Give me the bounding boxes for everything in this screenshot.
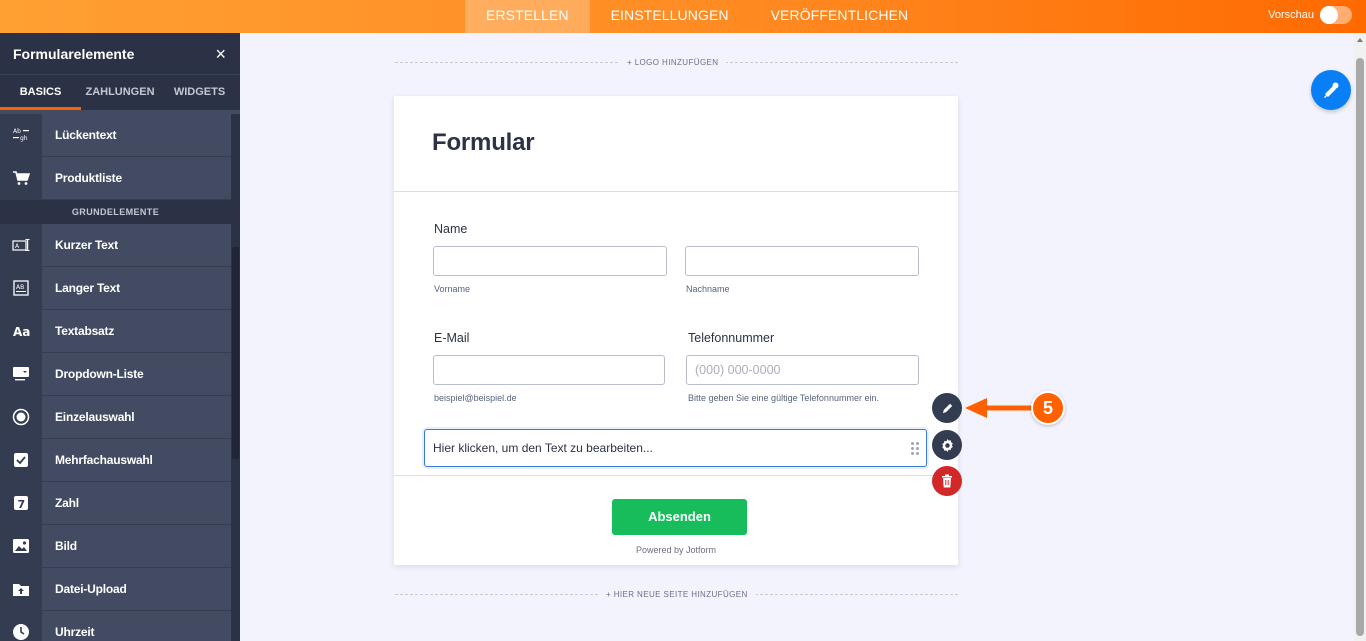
svg-text:Aa: Aa — [13, 325, 30, 338]
preview-label: Vorschau — [1268, 9, 1314, 21]
pencil-icon — [942, 403, 952, 413]
sidebar-item-label: Kurzer Text — [55, 238, 118, 252]
sidebar-scroll-thumb[interactable] — [232, 247, 239, 459]
page-scroll-thumb[interactable] — [1356, 58, 1364, 636]
email-sublabel: beispiel@beispiel.de — [434, 393, 517, 403]
sidebar-item-produktliste[interactable]: Produktliste — [0, 157, 231, 200]
add-page-link[interactable]: + HIER NEUE SEITE HINZUFÜGEN — [598, 590, 756, 599]
sidebar-item-label: Datei-Upload — [55, 582, 127, 596]
svg-text:gh: gh — [20, 135, 28, 142]
text-element[interactable]: Hier klicken, um den Text zu bearbeiten.… — [424, 429, 927, 467]
delete-button[interactable] — [932, 466, 962, 496]
footer-divider — [394, 475, 958, 476]
tab-erstellen[interactable]: ERSTELLEN — [465, 0, 590, 33]
paragraph-icon: Aa — [0, 310, 42, 352]
sidebar-tab-basics[interactable]: BASICS — [0, 75, 81, 110]
sidebar-item-label: Langer Text — [55, 281, 120, 295]
sidebar-item-kurzer-text[interactable]: A Kurzer Text — [0, 224, 231, 267]
svg-text:7: 7 — [18, 498, 26, 511]
tab-veroeffentlichen[interactable]: VERÖFFENTLICHEN — [750, 0, 930, 33]
sidebar-item-label: Uhrzeit — [55, 625, 95, 639]
sidebar-item-label: Dropdown-Liste — [55, 367, 144, 381]
phone-sublabel: Bitte geben Sie eine gültige Telefonnumm… — [688, 393, 879, 403]
drag-handle-icon[interactable] — [911, 442, 919, 455]
tab-einstellungen[interactable]: EINSTELLUNGEN — [590, 0, 750, 33]
svg-text:A: A — [15, 243, 20, 250]
sidebar-item-mehrfachauswahl[interactable]: Mehrfachauswahl — [0, 439, 231, 482]
sidebar-item-label: Textabsatz — [55, 324, 115, 338]
sidebar-element-list: Ab gh Lückentext Produktliste GRUNDELEMEN… — [0, 114, 231, 641]
preview-control: Vorschau — [1268, 6, 1352, 24]
sidebar-scrollbar[interactable] — [231, 114, 240, 641]
sidebar-item-dropdown-liste[interactable]: Dropdown-Liste — [0, 353, 231, 396]
sidebar-title: Formularelemente — [13, 45, 135, 62]
preview-toggle[interactable] — [1320, 6, 1352, 24]
text-element-content[interactable]: Hier klicken, um den Text zu bearbeiten.… — [433, 441, 653, 455]
top-bar: ERSTELLEN EINSTELLUNGEN VERÖFFENTLICHEN … — [0, 0, 1366, 33]
sidebar-header: Formularelemente × — [0, 33, 240, 74]
sidebar-item-bild[interactable]: Bild — [0, 525, 231, 568]
first-name-sublabel: Vorname — [434, 284, 471, 294]
sidebar-item-label: Bild — [55, 539, 77, 553]
sidebar-item-langer-text[interactable]: AB Langer Text — [0, 267, 231, 310]
short-text-icon: A — [0, 224, 42, 266]
sidebar-tabs: BASICS ZAHLUNGEN WIDGETS — [0, 74, 240, 110]
powered-by: Powered by Jotform — [635, 545, 717, 555]
email-input[interactable] — [433, 355, 665, 385]
page-divider: + HIER NEUE SEITE HINZUFÜGEN — [395, 590, 958, 599]
clock-icon — [0, 611, 42, 641]
email-label: E-Mail — [434, 331, 470, 345]
sidebar-item-label: Einzelauswahl — [55, 410, 135, 424]
sidebar-item-einzelauswahl[interactable]: Einzelauswahl — [0, 396, 231, 439]
top-nav: ERSTELLEN EINSTELLUNGEN VERÖFFENTLICHEN — [465, 0, 929, 33]
scroll-up-icon[interactable] — [1357, 38, 1363, 42]
trash-icon — [942, 474, 952, 488]
settings-button[interactable] — [932, 430, 962, 460]
shopping-cart-icon — [0, 157, 42, 199]
phone-label: Telefonnummer — [688, 331, 775, 345]
sidebar-item-textabsatz[interactable]: Aa Textabsatz — [0, 310, 231, 353]
svg-text:Ab: Ab — [13, 128, 21, 135]
sidebar-item-datei-upload[interactable]: Datei-Upload — [0, 568, 231, 611]
svg-text:AB: AB — [16, 284, 24, 291]
close-icon[interactable]: × — [215, 45, 226, 63]
sidebar-item-label: Lückentext — [55, 128, 117, 142]
sidebar-tab-widgets[interactable]: WIDGETS — [159, 75, 240, 110]
name-label: Name — [434, 222, 468, 236]
section-grundelemente: GRUNDELEMENTE — [0, 200, 231, 224]
sidebar-item-uhrzeit[interactable]: Uhrzeit — [0, 611, 231, 641]
phone-input[interactable]: (000) 000-0000 — [686, 355, 919, 385]
paint-roller-icon — [1324, 82, 1339, 98]
form-designer-button[interactable] — [1311, 70, 1351, 110]
header-divider — [394, 191, 958, 192]
fill-in-blank-icon: Ab gh — [0, 114, 42, 156]
sidebar-item-label: Zahl — [55, 496, 79, 510]
form-elements-sidebar: Formularelemente × BASICS ZAHLUNGEN WIDG… — [0, 33, 240, 641]
page-scrollbar[interactable] — [1354, 33, 1366, 641]
dropdown-icon — [0, 353, 42, 395]
sidebar-item-label: Mehrfachauswahl — [55, 453, 153, 467]
sidebar-item-label: Produktliste — [55, 171, 122, 185]
sidebar-item-lueckentext[interactable]: Ab gh Lückentext — [0, 114, 231, 157]
checkbox-icon — [0, 439, 42, 481]
last-name-input[interactable] — [685, 246, 919, 276]
number-icon: 7 — [0, 482, 42, 524]
edit-button[interactable] — [932, 393, 962, 423]
step-badge: 5 — [1031, 391, 1065, 425]
toggle-knob — [1320, 6, 1338, 24]
radio-icon — [0, 396, 42, 438]
long-text-icon: AB — [0, 267, 42, 309]
last-name-sublabel: Nachname — [686, 284, 730, 294]
sidebar-item-zahl[interactable]: 7 Zahl — [0, 482, 231, 525]
sidebar-tab-zahlungen[interactable]: ZAHLUNGEN — [81, 75, 159, 110]
add-logo-link[interactable]: + LOGO HINZUFÜGEN — [619, 58, 727, 67]
logo-divider: + LOGO HINZUFÜGEN — [395, 58, 958, 67]
image-icon — [0, 525, 42, 567]
submit-button[interactable]: Absenden — [612, 499, 747, 535]
form-card: Formular Name Vorname Nachname E-Mail Te… — [394, 96, 958, 565]
form-title[interactable]: Formular — [432, 129, 535, 157]
gear-icon — [941, 438, 953, 452]
file-upload-icon — [0, 568, 42, 610]
first-name-input[interactable] — [433, 246, 667, 276]
